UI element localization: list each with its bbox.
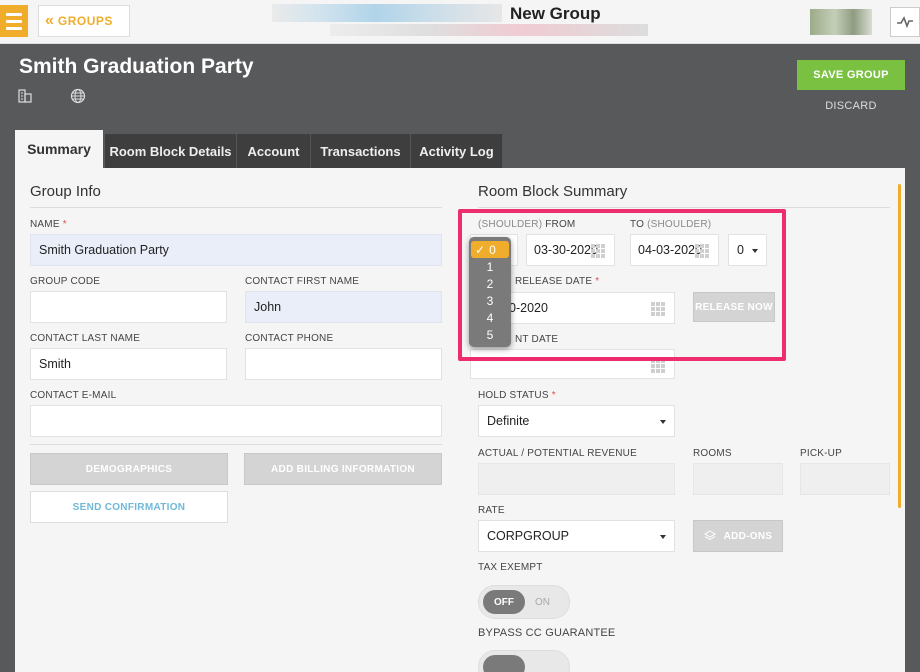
save-group-button[interactable]: SAVE GROUP <box>797 60 905 90</box>
send-confirmation-button[interactable]: SEND CONFIRMATION <box>30 491 228 523</box>
cutoff-date-input[interactable] <box>470 349 675 379</box>
tab-account[interactable]: Account <box>237 134 311 168</box>
shoulder-after-select[interactable]: 0 <box>728 234 767 266</box>
revenue-label: ACTUAL / POTENTIAL REVENUE <box>478 448 637 459</box>
top-bar: « GROUPS New Group <box>0 0 920 44</box>
chevron-down-icon <box>660 535 666 539</box>
contact-email-input[interactable] <box>30 405 442 437</box>
double-chevron-left-icon: « <box>45 12 54 29</box>
contact-phone-label: CONTACT PHONE <box>245 333 334 344</box>
blurred-property-name <box>272 4 502 22</box>
to-date-input[interactable]: 04-03-2020 <box>630 234 719 266</box>
back-to-groups-button[interactable]: « GROUPS <box>38 5 130 37</box>
option-label: 0 <box>489 242 496 257</box>
release-now-button[interactable]: RELEASE NOW <box>693 292 775 322</box>
release-date-label: RELEASE DATE * <box>515 276 600 287</box>
calendar-icon[interactable] <box>695 244 709 258</box>
divider <box>478 207 890 208</box>
contact-last-name-input[interactable]: Smith <box>30 348 227 380</box>
tax-exempt-label: TAX EXEMPT <box>478 562 543 573</box>
dropdown-option[interactable]: 4 <box>469 309 511 326</box>
to-label: TO (SHOULDER) <box>630 219 712 230</box>
tax-exempt-toggle[interactable]: OFF ON <box>478 585 570 619</box>
divider <box>30 207 442 208</box>
name-label: NAME * <box>30 219 67 230</box>
toggle-off-label: OFF <box>483 590 525 614</box>
rate-value: CORPGROUP <box>487 529 569 543</box>
pickup-label: PICK-UP <box>800 448 842 459</box>
contact-first-name-label: CONTACT FIRST NAME <box>245 276 360 287</box>
rate-select[interactable]: CORPGROUP <box>478 520 675 552</box>
pulse-icon <box>897 16 913 28</box>
hold-status-value: Definite <box>487 414 530 428</box>
contact-first-name-input[interactable]: John <box>245 291 442 323</box>
from-date-value: 03-30-2020 <box>534 243 598 257</box>
bypass-cc-guarantee-label: BYPASS CC GUARANTEE <box>478 627 616 639</box>
activity-button[interactable] <box>890 7 920 37</box>
groups-label: GROUPS <box>57 14 113 28</box>
rate-label: RATE <box>478 505 505 516</box>
from-label: (SHOULDER) FROM <box>478 219 576 230</box>
tab-summary[interactable]: Summary <box>15 130 104 168</box>
dropdown-option[interactable]: 1 <box>469 258 511 275</box>
toggle-knob <box>483 655 525 672</box>
scrollbar[interactable] <box>898 184 901 508</box>
rooms-field <box>693 463 783 495</box>
pickup-field <box>800 463 890 495</box>
contact-phone-input[interactable] <box>245 348 442 380</box>
chevron-down-icon <box>752 249 758 253</box>
dropdown-option[interactable]: 3 <box>469 292 511 309</box>
cutoff-date-label: NT DATE <box>515 334 559 345</box>
rooms-label: ROOMS <box>693 448 732 459</box>
contact-last-name-label: CONTACT LAST NAME <box>30 333 141 344</box>
divider <box>30 444 442 445</box>
group-info-heading: Group Info <box>30 183 101 200</box>
group-code-label: GROUP CODE <box>30 276 101 287</box>
shoulder-after-value: 0 <box>737 243 744 257</box>
dropdown-option[interactable]: 2 <box>469 275 511 292</box>
chevron-down-icon <box>660 420 666 424</box>
tab-transactions[interactable]: Transactions <box>311 134 411 168</box>
hold-status-select[interactable]: Definite <box>478 405 675 437</box>
room-block-summary-heading: Room Block Summary <box>478 183 628 200</box>
discard-button[interactable]: DISCARD <box>797 100 905 112</box>
shoulder-dropdown-menu: ✓ 0 1 2 3 4 5 <box>469 237 511 347</box>
dropdown-option[interactable]: 5 <box>469 326 511 343</box>
page-title: New Group <box>510 4 601 23</box>
name-input[interactable]: Smith Graduation Party <box>30 234 442 266</box>
from-date-input[interactable]: 03-30-2020 <box>526 234 615 266</box>
group-title: Smith Graduation Party <box>19 55 254 78</box>
toggle-on-label: ON <box>535 596 550 608</box>
globe-icon[interactable] <box>70 88 88 106</box>
release-date-value: 0-2020 <box>509 301 548 315</box>
demographics-button[interactable]: DEMOGRAPHICS <box>30 453 228 485</box>
tab-activity-log[interactable]: Activity Log <box>411 134 503 168</box>
calendar-icon[interactable] <box>651 359 665 373</box>
add-ons-button[interactable]: ADD-ONS <box>693 520 783 552</box>
calendar-icon[interactable] <box>591 244 605 258</box>
add-billing-information-button[interactable]: ADD BILLING INFORMATION <box>244 453 442 485</box>
menu-icon[interactable] <box>0 5 28 37</box>
hold-status-label: HOLD STATUS * <box>478 390 556 401</box>
to-date-value: 04-03-2020 <box>638 243 702 257</box>
bypass-cc-guarantee-toggle[interactable] <box>478 650 570 672</box>
add-ons-label: ADD-ONS <box>723 530 773 542</box>
group-code-input[interactable] <box>30 291 227 323</box>
calendar-icon[interactable] <box>651 302 665 316</box>
contact-email-label: CONTACT E-MAIL <box>30 390 117 401</box>
revenue-field <box>478 463 675 495</box>
blurred-property-details <box>330 24 648 36</box>
layers-icon <box>703 530 716 541</box>
dropdown-option-selected[interactable]: ✓ 0 <box>471 241 509 258</box>
blurred-user-avatar[interactable] <box>810 9 872 35</box>
tab-room-block-details[interactable]: Room Block Details <box>105 134 237 168</box>
building-icon[interactable] <box>17 88 35 106</box>
checkmark-icon: ✓ <box>475 242 486 257</box>
